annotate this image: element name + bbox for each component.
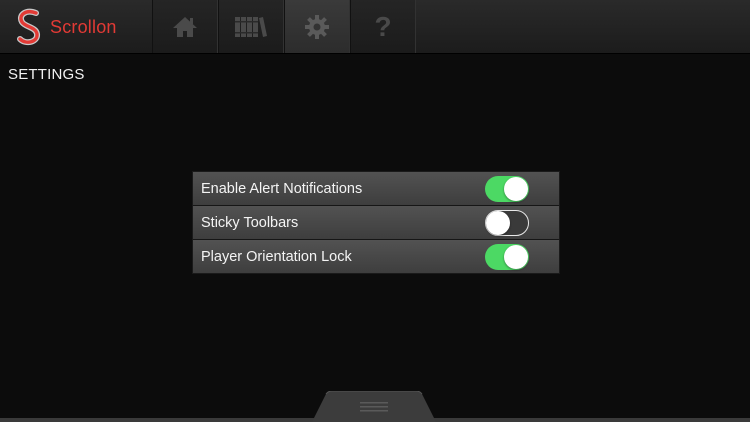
page-title: SETTINGS	[8, 66, 85, 83]
top-navigation-bar: Scrollon ?	[0, 0, 750, 54]
home-icon	[173, 16, 197, 37]
gear-icon	[305, 14, 329, 39]
scrollon-logo-icon	[17, 8, 40, 46]
toggle-knob	[486, 211, 510, 235]
tab-help[interactable]: ?	[350, 0, 416, 53]
toggle-knob	[504, 177, 528, 201]
settings-list: Enable Alert Notifications Sticky Toolba…	[192, 171, 560, 274]
setting-label: Enable Alert Notifications	[201, 180, 363, 197]
sticky-toolbars-toggle[interactable]	[485, 210, 529, 236]
setting-label: Player Orientation Lock	[201, 248, 352, 265]
library-icon	[235, 16, 267, 37]
alert-notifications-toggle[interactable]	[485, 176, 529, 202]
setting-row-orientation-lock: Player Orientation Lock	[193, 240, 559, 273]
orientation-lock-toggle[interactable]	[485, 244, 529, 270]
app-name: Scrollon	[50, 16, 117, 37]
setting-row-sticky-toolbars: Sticky Toolbars	[193, 206, 559, 240]
app-logo[interactable]: Scrollon	[14, 7, 117, 47]
menu-lines-icon	[360, 402, 388, 412]
toggle-knob	[504, 245, 528, 269]
tab-settings[interactable]	[284, 0, 350, 53]
setting-label: Sticky Toolbars	[201, 214, 299, 231]
drawer-handle[interactable]	[312, 391, 436, 422]
tab-home[interactable]	[152, 0, 218, 53]
question-mark-icon: ?	[374, 10, 392, 42]
setting-row-alert-notifications: Enable Alert Notifications	[193, 172, 559, 206]
tab-library[interactable]	[218, 0, 284, 53]
